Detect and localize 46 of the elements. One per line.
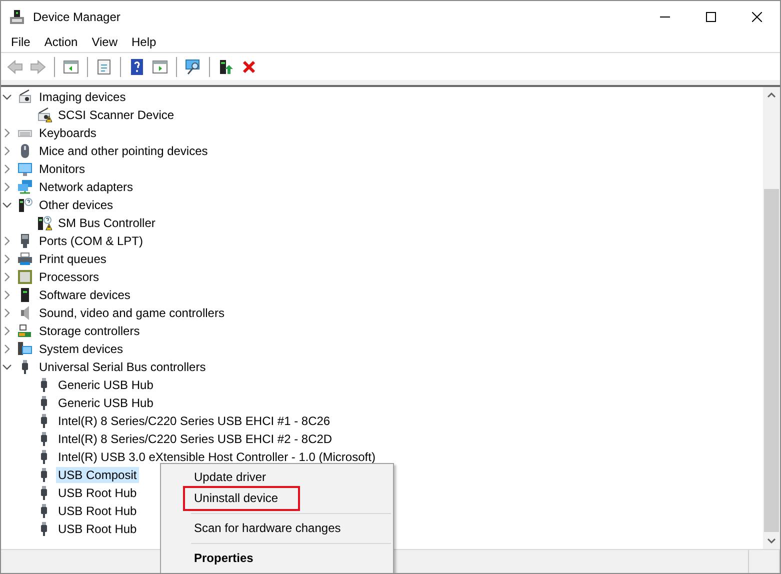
tree-item[interactable]: USB Root Hub — [56, 485, 139, 501]
tree-item[interactable]: Universal Serial Bus controllers — [37, 359, 208, 375]
tree-item[interactable]: USB Root Hub — [56, 521, 139, 537]
app-icon — [9, 8, 25, 24]
window-title: Device Manager — [33, 10, 122, 24]
tree-item[interactable]: SM Bus Controller — [56, 215, 158, 231]
menu-item[interactable]: Scan for hardware changes — [161, 518, 393, 539]
tree-item[interactable]: Intel(R) USB 3.0 eXtensible Host Controller - 1.0 (Microsoft) — [56, 449, 378, 465]
device-icon — [17, 269, 33, 285]
tree-item[interactable]: Network adapters — [37, 179, 136, 195]
tree-item[interactable]: USB Composit — [56, 467, 139, 483]
tree-item[interactable]: Other devices — [37, 197, 116, 213]
tree-item[interactable]: Software devices — [37, 287, 132, 303]
tree-item[interactable]: Storage controllers — [37, 323, 142, 339]
tree-item[interactable]: Processors — [37, 269, 102, 285]
device-icon — [17, 341, 33, 357]
device-icon — [17, 161, 33, 177]
menu-item[interactable]: Update driver — [161, 467, 393, 488]
menu-item[interactable]: File — [4, 32, 38, 52]
menu-item[interactable]: Properties — [161, 548, 393, 569]
tree-item[interactable]: Imaging devices — [37, 89, 128, 105]
menu-item[interactable]: Uninstall device — [161, 488, 393, 509]
maximize-icon[interactable] — [706, 12, 716, 22]
tree-item[interactable]: Generic USB Hub — [56, 395, 156, 411]
tree-item[interactable]: Sound, video and game controllers — [37, 305, 226, 321]
device-icon — [17, 323, 33, 339]
tree-item[interactable]: Print queues — [37, 251, 108, 267]
tree-item[interactable]: Generic USB Hub — [56, 377, 156, 393]
menu-item[interactable]: Help — [124, 32, 164, 52]
tree-item[interactable]: Ports (COM & LPT) — [37, 233, 146, 249]
menu-item[interactable]: View — [84, 32, 124, 52]
tree-item[interactable]: Intel(R) 8 Series/C220 Series USB EHCI #1 - 8C26 — [56, 413, 332, 429]
tree-item[interactable]: USB Root Hub — [56, 503, 139, 519]
device-icon — [17, 179, 33, 195]
tree-item[interactable]: Intel(R) 8 Series/C220 Series USB EHCI #2 - 8C2D — [56, 431, 334, 447]
tree-item[interactable]: Mice and other pointing devices — [37, 143, 210, 159]
menu-item[interactable]: Action — [37, 32, 85, 52]
device-icon — [17, 89, 33, 105]
device-icon — [17, 251, 33, 267]
tree-item[interactable]: Keyboards — [37, 125, 98, 141]
tree-item[interactable]: SCSI Scanner Device — [56, 107, 176, 123]
device-icon — [17, 197, 33, 213]
tree-item[interactable]: System devices — [37, 341, 126, 357]
scrollbar-thumb[interactable] — [764, 189, 779, 532]
close-icon[interactable] — [752, 12, 762, 22]
tree-item[interactable]: Monitors — [37, 161, 88, 177]
